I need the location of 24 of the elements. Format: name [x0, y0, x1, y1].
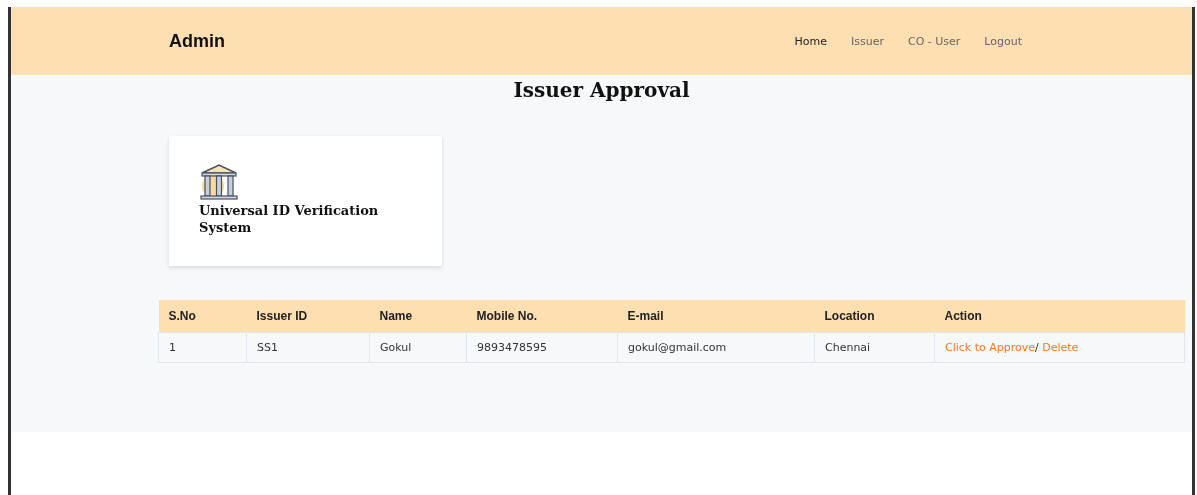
table-cell: 1	[158, 332, 247, 363]
nav-link[interactable]: CO - User	[907, 34, 961, 48]
action-link[interactable]: Click to Approve	[945, 341, 1036, 354]
column-header: E-mail	[617, 300, 815, 333]
table-cell: gokul@gmail.com	[617, 332, 815, 363]
column-header: Mobile No.	[466, 300, 618, 333]
table-cell: Gokul	[369, 332, 467, 363]
column-header: S.No	[158, 300, 247, 333]
nav-link[interactable]: Home	[794, 34, 827, 48]
building-icon	[199, 162, 239, 202]
column-header: Issuer ID	[246, 300, 370, 333]
nav-link[interactable]: Logout	[984, 34, 1022, 48]
separator-text: /	[1035, 341, 1039, 354]
brand-title: Admin	[169, 30, 225, 52]
column-header: Location	[814, 300, 935, 333]
column-header: Action	[934, 300, 1185, 333]
system-title: Universal ID Verification System	[199, 202, 380, 236]
table-cell: 9893478595	[466, 332, 618, 363]
action-link[interactable]: Delete	[1042, 341, 1079, 354]
nav-link[interactable]: Issuer	[851, 34, 884, 48]
column-header: Name	[369, 300, 467, 333]
table-cell: SS1	[246, 332, 370, 363]
table-cell: Chennai	[814, 332, 935, 363]
page-title: Issuer Approval	[512, 78, 691, 102]
